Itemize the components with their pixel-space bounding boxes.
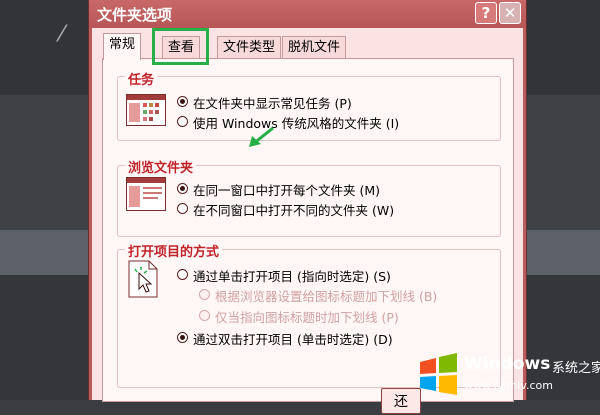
underline-hover-radio[interactable] <box>199 310 210 321</box>
background-decoration: ⁄ <box>60 22 64 47</box>
same-window-icon <box>126 177 166 211</box>
same-window-label: 在同一窗口中打开每个文件夹 (M) <box>193 183 381 198</box>
show-common-tasks-radio[interactable] <box>177 96 188 107</box>
double-click-label: 通过双击打开项目 (单击时选定) (D) <box>193 332 393 347</box>
browse-group-title: 浏览文件夹 <box>125 157 197 176</box>
tab-general[interactable]: 常规 <box>103 33 142 60</box>
show-common-tasks-label: 在文件夹中显示常见任务 (P) <box>193 96 352 111</box>
watermark-url: www.bjjmlv.com <box>464 379 553 392</box>
tasks-group-title: 任务 <box>125 69 158 88</box>
dialog-client: 常规 查看 文件类型 脱机文件 任务 在文件夹中显示常见任务 (P) 使用 Wi… <box>92 28 523 414</box>
watermark-brand: Windows <box>464 354 551 374</box>
tab-file-types[interactable]: 文件类型 <box>217 36 282 59</box>
single-click-label: 通过单击打开项目 (指向时选定) (S) <box>193 269 391 284</box>
task-pane-icon <box>126 94 166 126</box>
view-tab-highlight <box>152 28 209 65</box>
open-items-group-title: 打开项目的方式 <box>125 241 223 260</box>
single-click-icon <box>128 260 158 298</box>
underline-browser-radio[interactable] <box>199 289 210 300</box>
separate-window-radio[interactable] <box>177 203 188 214</box>
close-button[interactable]: ✕ <box>499 2 521 24</box>
separate-window-label: 在不同窗口中打开不同的文件夹 (W) <box>193 203 395 218</box>
site-watermark: Windows 系统之家 www.bjjmlv.com <box>412 350 600 400</box>
single-click-radio[interactable] <box>177 269 188 280</box>
underline-hover-label: 仅当指向图标标题时加下划线 (P) <box>215 310 399 325</box>
underline-browser-label: 根据浏览器设置给图标标题加下划线 (B) <box>215 289 438 304</box>
green-arrow-annotation <box>249 126 274 147</box>
windows-logo-icon <box>420 353 457 395</box>
dialog-title: 文件夹选项 <box>97 6 173 24</box>
folder-options-dialog: 文件夹选项 ? ✕ 常规 查看 文件类型 脱机文件 任务 在文件夹中显示常见任务… <box>88 0 527 414</box>
classic-folders-radio[interactable] <box>177 116 188 127</box>
help-button[interactable]: ? <box>475 2 497 24</box>
watermark-brand-zh: 系统之家 <box>552 361 600 376</box>
classic-folders-label: 使用 Windows 传统风格的文件夹 (I) <box>193 116 400 131</box>
title-bar[interactable]: 文件夹选项 ? ✕ <box>89 0 526 28</box>
same-window-radio[interactable] <box>177 183 188 194</box>
double-click-radio[interactable] <box>177 332 188 343</box>
tab-offline-files[interactable]: 脱机文件 <box>282 36 347 59</box>
